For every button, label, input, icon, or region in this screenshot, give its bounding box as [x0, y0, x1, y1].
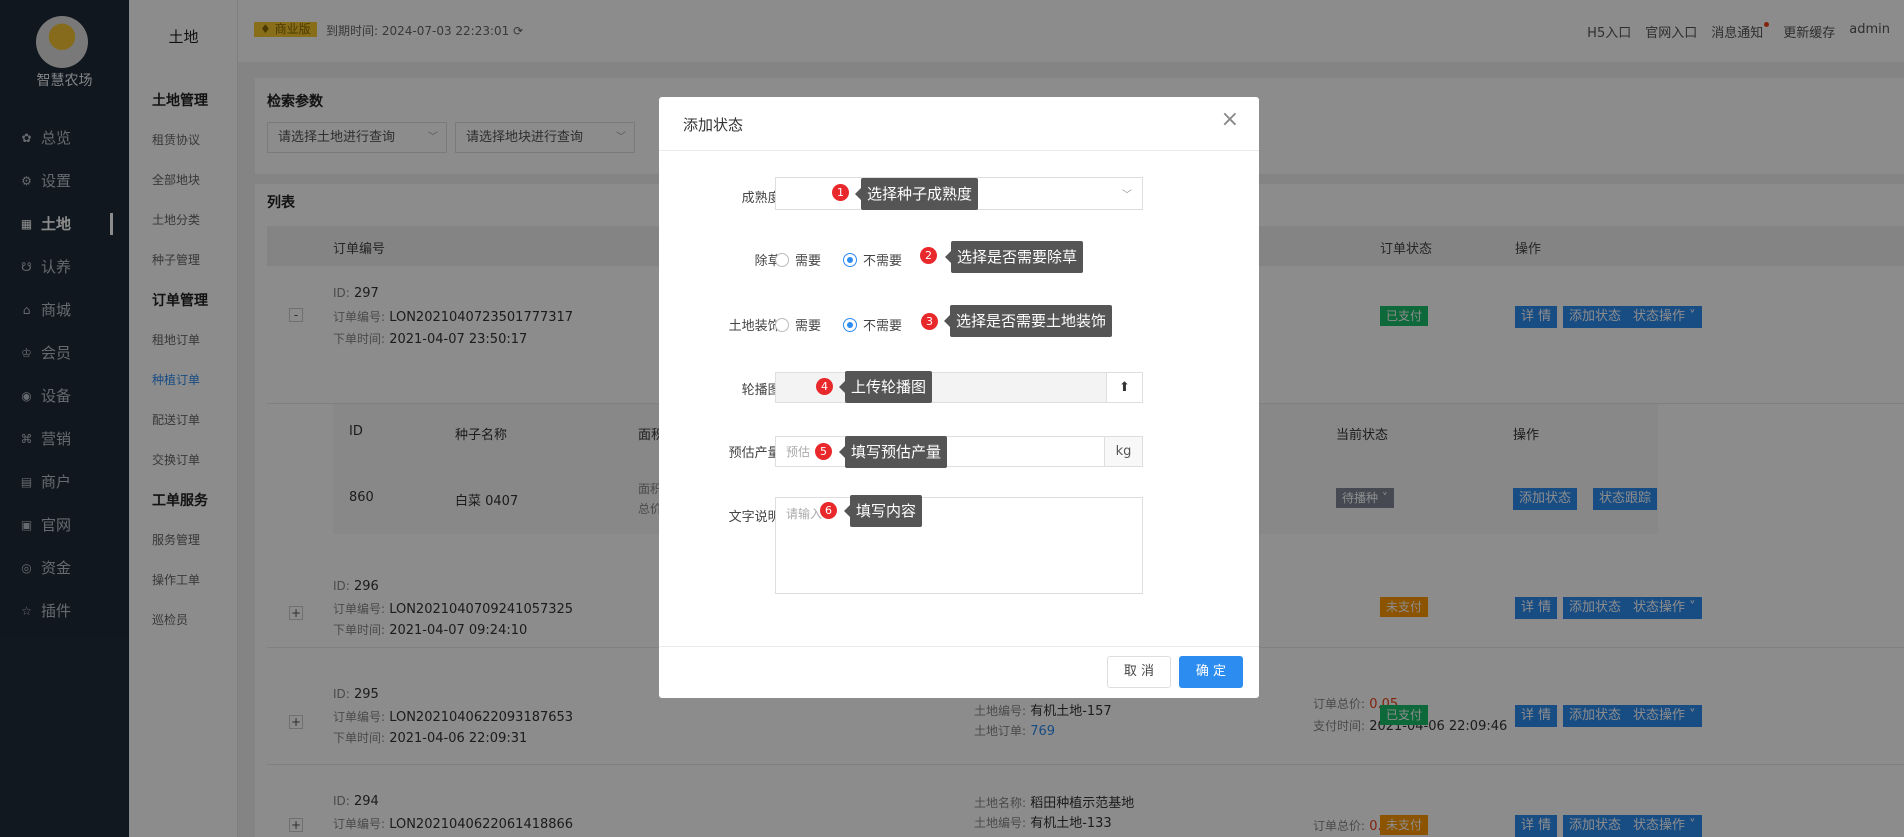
radio-label: 不需要: [863, 319, 903, 334]
weeding-need-radio[interactable]: 需要: [775, 250, 821, 269]
weeding-no-need-radio[interactable]: 不需要: [843, 250, 902, 269]
step-number-2: 2: [920, 247, 937, 264]
modal-footer: 取 消 确 定: [659, 646, 1259, 698]
radio-circle: [843, 317, 857, 332]
tip-description: 填写内容: [843, 495, 923, 527]
tip-yield: 填写预估产量: [838, 436, 948, 468]
yield-unit: kg: [1104, 437, 1142, 466]
add-state-modal: 添加状态 × 成熟度: ﹀ 1 选择种子成熟度 除草: 需要 不需要 2 选择是…: [659, 97, 1259, 698]
radio-label: 不需要: [863, 254, 903, 269]
step-number-1: 1: [832, 184, 849, 201]
decor-need-radio[interactable]: 需要: [775, 315, 821, 334]
tip-weeding: 选择是否需要除草: [944, 241, 1084, 273]
tip-carousel: 上传轮播图: [838, 371, 933, 403]
radio-label: 需要: [795, 319, 822, 334]
step-number-4: 4: [816, 378, 833, 395]
confirm-button[interactable]: 确 定: [1179, 656, 1243, 688]
tip-decoration: 选择是否需要土地装饰: [943, 305, 1113, 337]
decor-no-need-radio[interactable]: 不需要: [843, 315, 902, 334]
close-icon[interactable]: ×: [1221, 109, 1239, 131]
desc-placeholder: 请输入: [786, 507, 823, 521]
cancel-button[interactable]: 取 消: [1107, 656, 1171, 688]
step-number-5: 5: [815, 443, 832, 460]
radio-circle: [775, 317, 789, 332]
step-number-6: 6: [820, 502, 837, 519]
yield-placeholder: 预估: [786, 445, 811, 459]
radio-label: 需要: [795, 254, 822, 269]
tip-maturity: 选择种子成熟度: [854, 178, 979, 210]
upload-icon[interactable]: ⬆: [1106, 373, 1142, 402]
chevron-down-icon: ﹀: [1122, 190, 1132, 201]
modal-title: 添加状态: [683, 116, 744, 134]
radio-circle: [843, 252, 857, 267]
modal-header: 添加状态 ×: [659, 97, 1259, 151]
radio-circle: [775, 252, 789, 267]
step-number-3: 3: [921, 313, 938, 330]
